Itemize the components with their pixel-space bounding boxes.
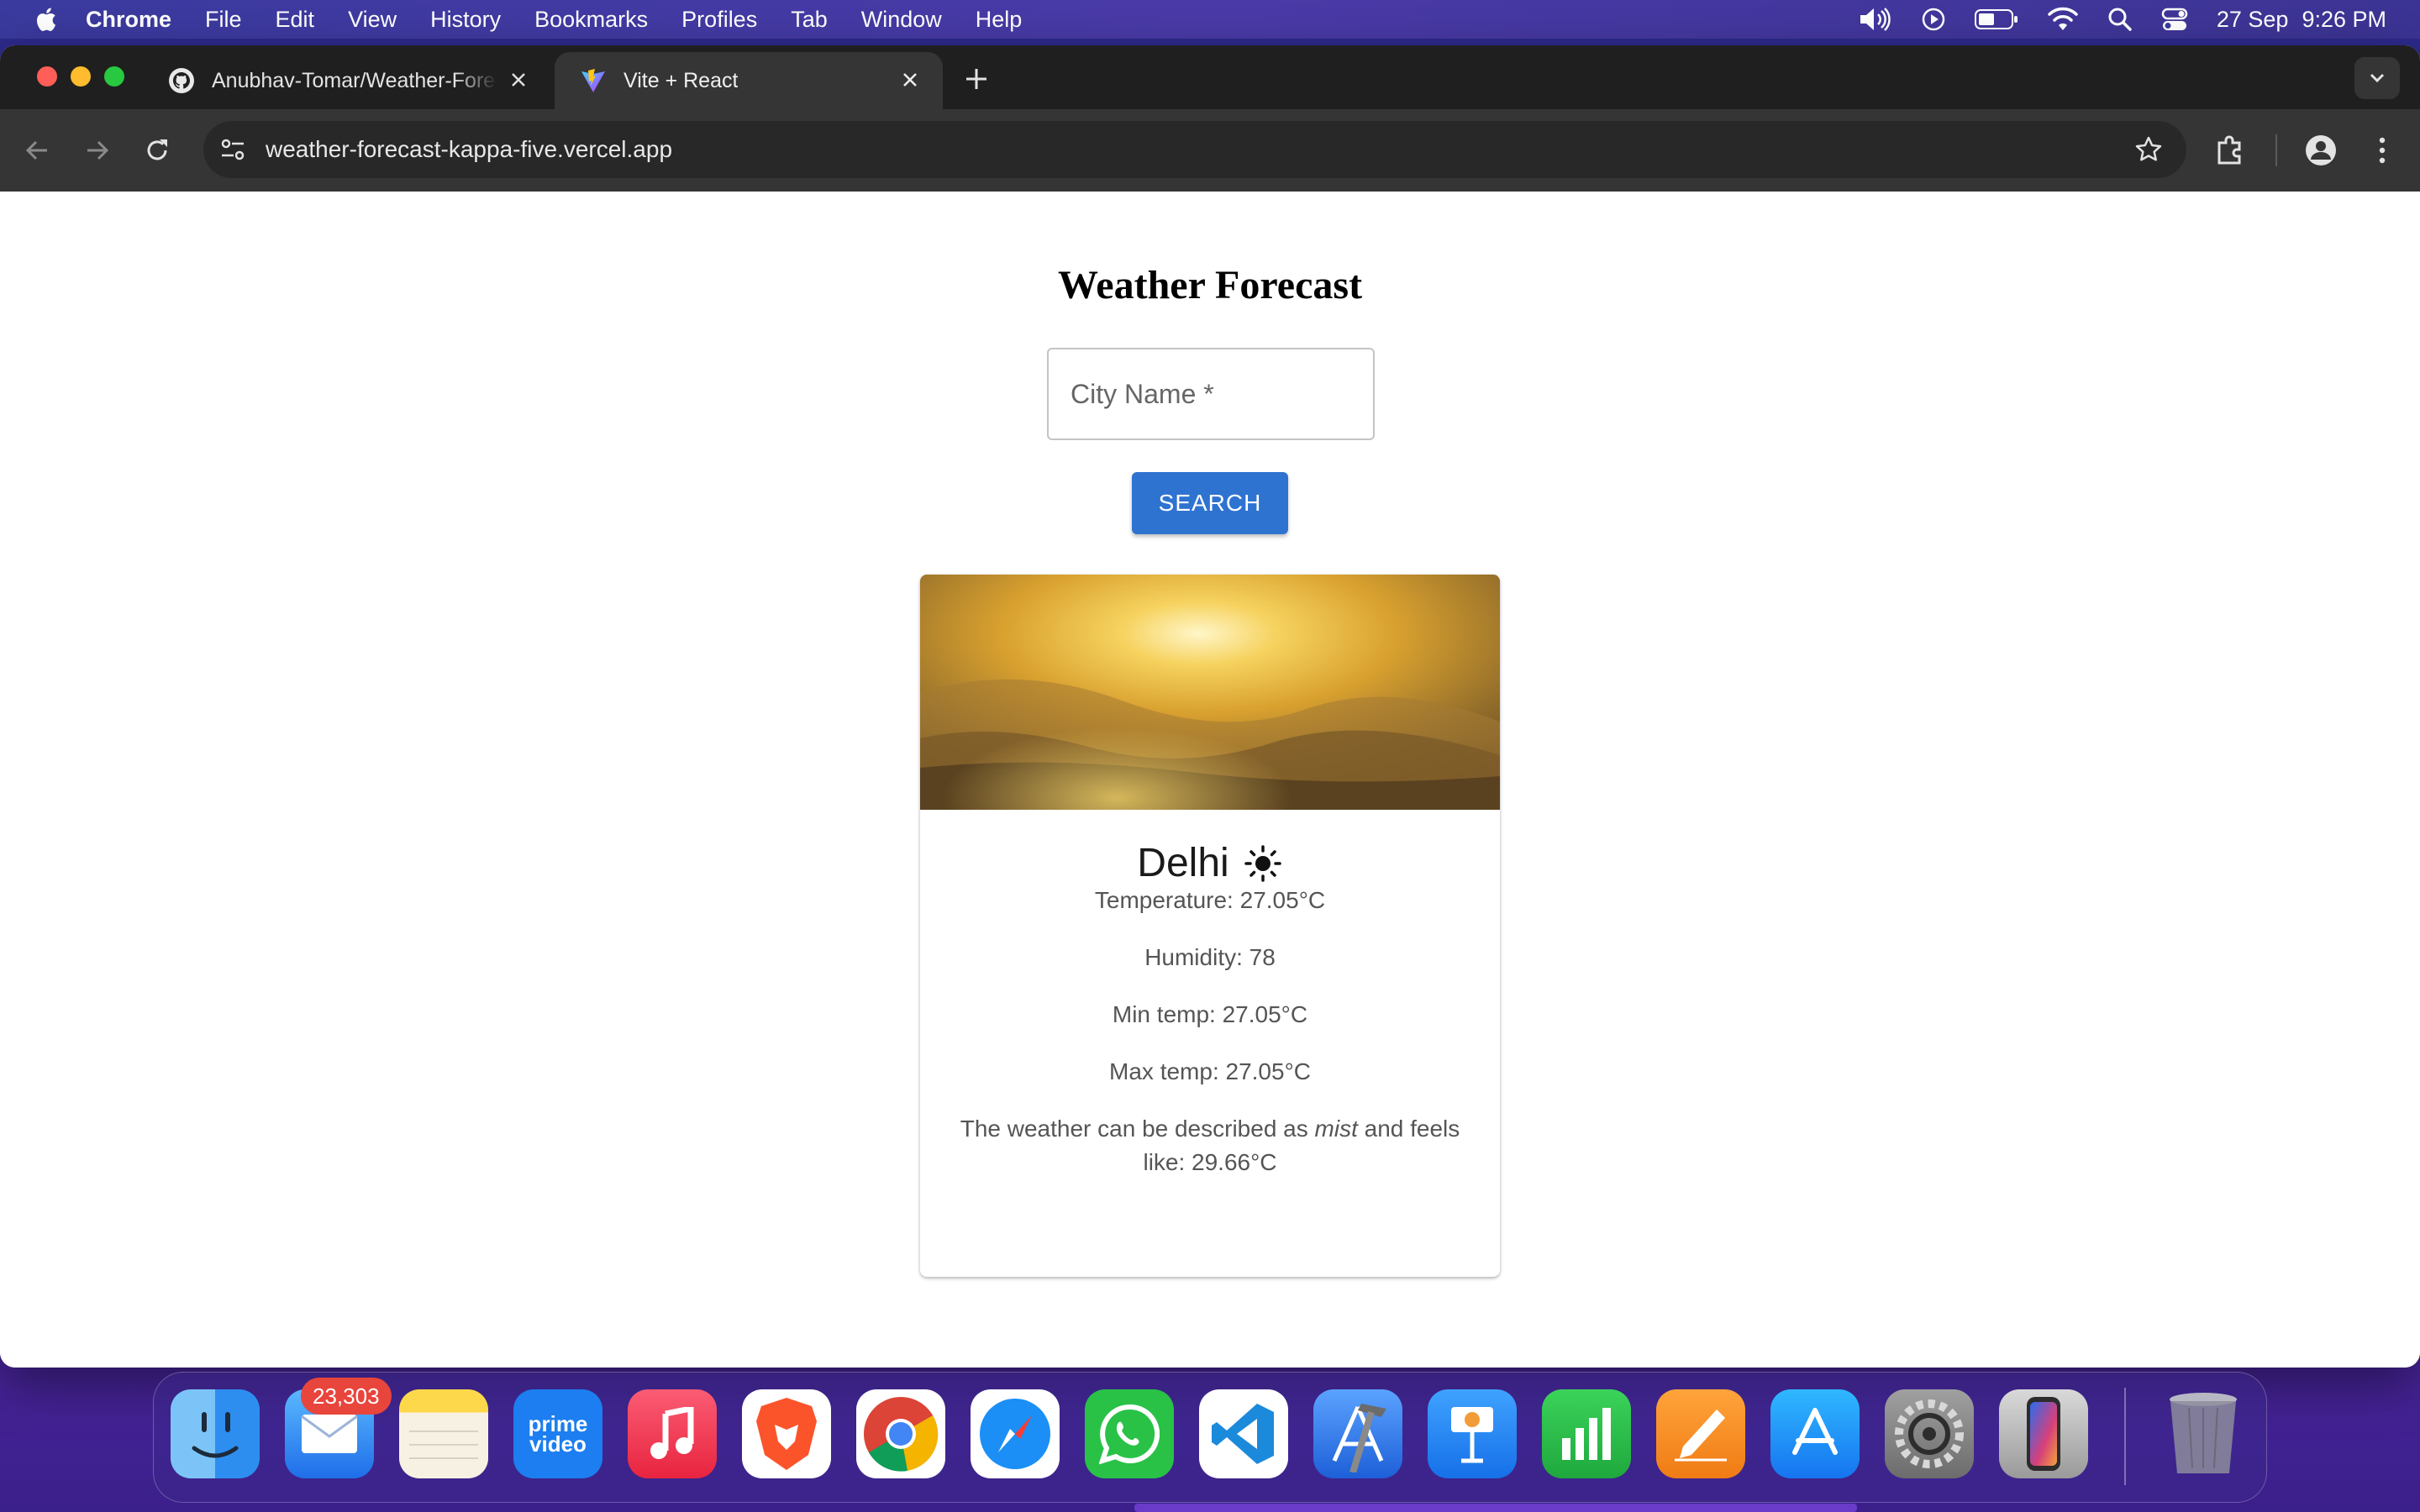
prime-video-icon[interactable]: prime video xyxy=(513,1389,602,1478)
city-title: Delhi xyxy=(920,840,1500,886)
city-name: Delhi xyxy=(1137,841,1229,885)
extensions-icon[interactable] xyxy=(2213,131,2247,170)
humidity-text: Humidity: 78 xyxy=(1144,944,1276,970)
sun-icon xyxy=(1244,844,1281,882)
prime-video-label: video xyxy=(529,1431,587,1457)
sunset-image xyxy=(920,575,1500,810)
city-name-input[interactable]: City Name * xyxy=(1047,348,1375,440)
spotlight-search-icon[interactable] xyxy=(2107,7,2133,32)
browser-toolbar: weather-forecast-kappa-five.vercel.app xyxy=(0,109,2420,192)
menu-profiles[interactable]: Profiles xyxy=(681,7,757,33)
menu-tab[interactable]: Tab xyxy=(791,7,828,33)
menu-help[interactable]: Help xyxy=(976,7,1023,33)
now-playing-icon[interactable] xyxy=(1921,7,1946,32)
keynote-icon[interactable] xyxy=(1428,1389,1517,1478)
safari-icon[interactable] xyxy=(971,1389,1060,1478)
chrome-icon[interactable] xyxy=(856,1389,945,1478)
tab-title: Vite + React xyxy=(623,68,739,92)
weather-card: Delhi Temperature: 27.05°C Humidity: 78 … xyxy=(920,575,1500,1277)
dock-active-indicator xyxy=(1134,1504,1857,1512)
browser-window: Anubhav-Tomar/Weather-Forecast Vite + Re… xyxy=(0,45,2420,1368)
close-tab-icon[interactable] xyxy=(899,69,921,91)
weather-description: The weather can be described as mist and… xyxy=(945,1112,1475,1179)
chevron-down-icon xyxy=(2370,73,2385,83)
tab-github[interactable]: Anubhav-Tomar/Weather-Forecast xyxy=(143,52,551,109)
reload-icon[interactable] xyxy=(141,134,173,166)
minimize-window-button[interactable] xyxy=(71,66,91,87)
temperature-text: Temperature: 27.05°C xyxy=(1094,887,1326,913)
apple-logo-icon[interactable] xyxy=(34,6,57,33)
new-tab-icon[interactable] xyxy=(963,66,990,92)
url-text[interactable]: weather-forecast-kappa-five.vercel.app xyxy=(266,136,672,163)
finder-icon[interactable] xyxy=(171,1389,260,1478)
menu-app-name[interactable]: Chrome xyxy=(86,7,171,33)
address-bar[interactable]: weather-forecast-kappa-five.vercel.app xyxy=(203,121,2186,178)
menu-file[interactable]: File xyxy=(205,7,242,33)
dock-divider xyxy=(2124,1388,2126,1485)
back-arrow-icon[interactable] xyxy=(22,134,54,166)
system-settings-icon[interactable] xyxy=(1885,1389,1974,1478)
menu-bookmarks[interactable]: Bookmarks xyxy=(534,7,648,33)
min-temp-text: Min temp: 27.05°C xyxy=(1112,1001,1308,1027)
menu-history[interactable]: History xyxy=(430,7,501,33)
window-controls xyxy=(37,66,124,87)
trash-icon[interactable] xyxy=(2159,1389,2248,1478)
mail-unread-badge: 23,303 xyxy=(301,1378,392,1415)
zoom-window-button[interactable] xyxy=(104,66,124,87)
menu-bar: Chrome File Edit View History Bookmarks … xyxy=(0,0,2420,39)
menu-window[interactable]: Window xyxy=(861,7,942,33)
forward-arrow-icon[interactable] xyxy=(81,134,113,166)
tab-strip: Anubhav-Tomar/Weather-Forecast Vite + Re… xyxy=(0,45,2420,109)
site-info-icon[interactable] xyxy=(218,135,247,164)
whatsapp-icon[interactable] xyxy=(1085,1389,1174,1478)
clock-date: 27 Sep xyxy=(2216,6,2289,32)
control-center-icon[interactable] xyxy=(2161,7,2188,32)
web-page: Weather Forecast City Name * SEARCH Delh… xyxy=(0,192,2420,1368)
city-name-placeholder: City Name * xyxy=(1071,378,1214,409)
menu-view[interactable]: View xyxy=(348,7,397,33)
tab-vite-react[interactable]: Vite + React xyxy=(555,52,943,109)
iphone-mirroring-icon[interactable] xyxy=(1999,1389,2088,1478)
notes-icon[interactable] xyxy=(399,1389,488,1478)
more-options-icon[interactable] xyxy=(2370,131,2395,170)
brave-icon[interactable] xyxy=(742,1389,831,1478)
bookmark-star-icon[interactable] xyxy=(2134,135,2163,164)
vscode-icon[interactable] xyxy=(1199,1389,1288,1478)
menu-edit[interactable]: Edit xyxy=(276,7,315,33)
max-temp-text: Max temp: 27.05°C xyxy=(1109,1058,1311,1084)
wifi-icon[interactable] xyxy=(2047,7,2079,32)
close-window-button[interactable] xyxy=(37,66,57,87)
dock: prime video xyxy=(153,1372,2267,1503)
clock-time: 9:26 PM xyxy=(2302,6,2386,32)
vite-icon xyxy=(581,69,605,92)
xcode-icon[interactable] xyxy=(1313,1389,1402,1478)
search-button[interactable]: SEARCH xyxy=(1132,472,1288,534)
numbers-icon[interactable] xyxy=(1542,1389,1631,1478)
tab-search-button[interactable] xyxy=(2354,57,2400,99)
description-condition: mist xyxy=(1314,1116,1358,1142)
profile-avatar-icon[interactable] xyxy=(2302,131,2339,170)
description-prefix: The weather can be described as xyxy=(960,1116,1308,1142)
tab-title: Anubhav-Tomar/Weather-Forecast xyxy=(212,68,497,92)
toolbar-divider xyxy=(2275,134,2277,166)
menu-clock[interactable]: 27 Sep 9:26 PM xyxy=(2217,7,2386,33)
pages-icon[interactable] xyxy=(1656,1389,1745,1478)
page-title: Weather Forecast xyxy=(1057,263,1363,307)
close-tab-icon[interactable] xyxy=(508,69,529,91)
github-icon xyxy=(169,68,194,93)
music-icon[interactable] xyxy=(628,1389,717,1478)
volume-icon[interactable] xyxy=(1859,7,1892,32)
app-store-icon[interactable] xyxy=(1770,1389,1860,1478)
battery-icon[interactable] xyxy=(1974,8,2018,30)
